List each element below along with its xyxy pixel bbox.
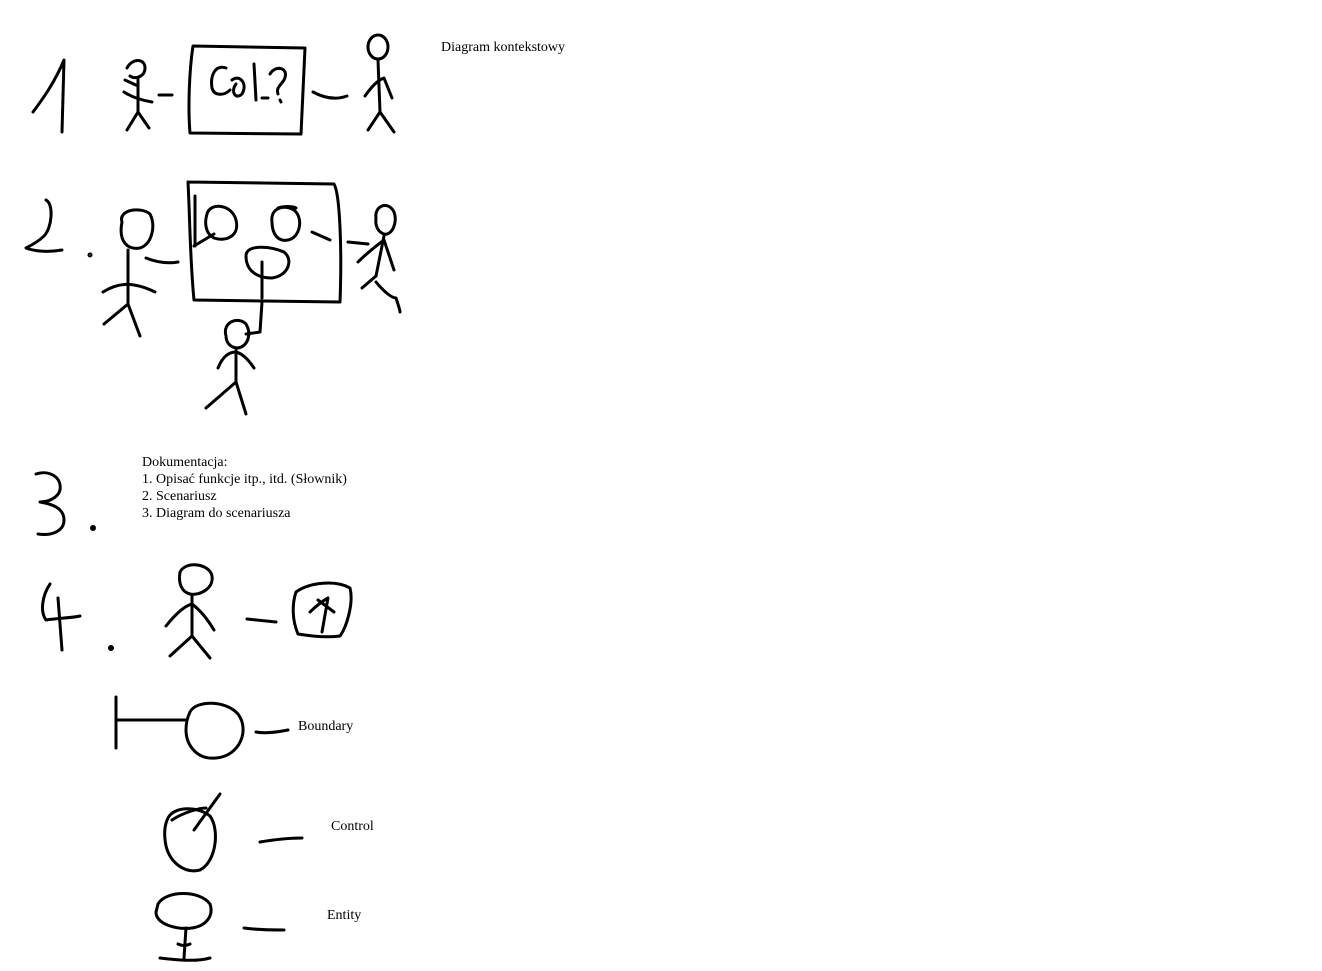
association-line	[242, 926, 286, 932]
control-label: Control	[331, 819, 374, 834]
dot	[90, 525, 96, 531]
use-case-ellipse	[270, 205, 302, 242]
numeral-3-drawing	[34, 471, 66, 536]
numeral-1-drawing	[31, 58, 66, 134]
goal-box-scribble	[210, 62, 287, 104]
association-line	[311, 90, 349, 100]
control-symbol	[163, 792, 304, 873]
documentation-item: 2. Scenariusz	[142, 489, 217, 504]
association-line	[245, 617, 278, 624]
documentation-item: 3. Diagram do scenariusza	[142, 506, 291, 521]
use-case-ellipse-cap	[276, 205, 298, 210]
section-3-sketch	[34, 471, 96, 536]
dot	[108, 645, 114, 651]
dot	[87, 252, 93, 258]
actor-figure	[101, 208, 157, 338]
entity-label: Entity	[327, 908, 362, 923]
documentation-item: 1. Opisać funkcje itp., itd. (Słownik)	[142, 472, 347, 487]
documentation-notes: Dokumentacja: 1. Opisać funkcje itp., it…	[142, 454, 347, 522]
use-case-ellipse	[204, 204, 239, 241]
system-box	[186, 180, 343, 304]
paint-canvas: Diagram kontekstowy Dokumentacja: 1. Opi…	[0, 0, 1322, 971]
boundary-label: Boundary	[298, 719, 354, 734]
actor-figure	[204, 300, 264, 416]
association-line	[192, 232, 216, 248]
association-line	[310, 230, 332, 242]
numeral-4-drawing	[41, 582, 82, 652]
actor-figure	[164, 563, 216, 660]
association-line	[144, 256, 180, 265]
association-line	[258, 836, 304, 844]
actor-figure	[356, 203, 402, 314]
section-1-sketch	[31, 33, 396, 136]
numeral-2-drawing	[24, 198, 64, 253]
context-diagram-label: Diagram kontekstowy	[441, 40, 566, 55]
use-case-number	[308, 596, 336, 634]
association-line	[346, 240, 370, 246]
section-4-sketch	[41, 563, 353, 660]
goal-box	[187, 44, 307, 136]
section-2-sketch	[24, 180, 402, 416]
boundary-symbol	[114, 695, 290, 760]
actor-figure	[363, 33, 396, 134]
entity-symbol	[154, 892, 286, 962]
actor-figure	[122, 59, 154, 132]
use-case-ellipse	[244, 245, 291, 280]
documentation-heading: Dokumentacja:	[142, 455, 228, 470]
association-line	[254, 728, 290, 735]
